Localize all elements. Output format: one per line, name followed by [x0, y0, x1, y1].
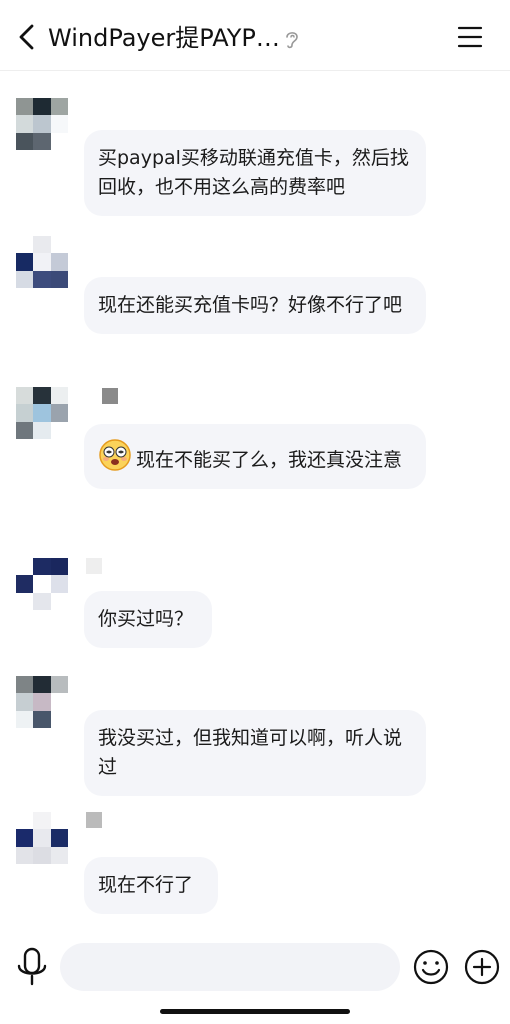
chat-header: WindPayer提PAYP… [0, 0, 510, 71]
avatar-pixel [16, 812, 34, 830]
avatar[interactable] [16, 676, 68, 728]
avatar-pixel [33, 98, 51, 116]
message-bubble[interactable]: 现在还能买充值卡吗？好像不行了吧 [84, 277, 426, 334]
avatar-pixel [50, 270, 68, 288]
avatar-pixel [50, 812, 68, 830]
avatar-pixel [50, 693, 68, 711]
avatar-pixel [33, 387, 51, 405]
avatar-pixel [16, 387, 34, 405]
message-input[interactable] [60, 943, 400, 991]
avatar-pixel [33, 693, 51, 711]
astonished-emoji-icon [99, 439, 131, 471]
avatar-pixel [33, 710, 51, 728]
avatar-pixel [50, 710, 68, 728]
avatar-pixel [50, 387, 68, 405]
message-bubble[interactable]: 我没买过，但我知道可以啊，听人说过 [84, 710, 426, 796]
avatar-pixel [33, 846, 51, 864]
avatar-pixel [50, 676, 68, 694]
message-text: 现在不能买了么，我还真没注意 [136, 449, 403, 471]
avatar-pixel [50, 846, 68, 864]
message-text: 买paypal买移动联通充值卡，然后找回收，也不用这么高的费率吧 [98, 147, 409, 198]
avatar-pixel [16, 421, 34, 439]
avatar-pixel [50, 592, 68, 610]
avatar-pixel [50, 558, 68, 576]
avatar-pixel [16, 829, 34, 847]
avatar-pixel [50, 404, 68, 422]
avatar[interactable] [16, 387, 68, 439]
avatar-pixel [33, 404, 51, 422]
message-list[interactable]: 买paypal买移动联通充值卡，然后找回收，也不用这么高的费率吧 现在还能买充值… [0, 70, 510, 935]
avatar-pixel [33, 132, 51, 150]
avatar-pixel [33, 592, 51, 610]
avatar-pixel [16, 253, 34, 271]
avatar[interactable] [16, 558, 68, 610]
avatar-pixel [33, 558, 51, 576]
avatar-pixel [16, 115, 34, 133]
avatar-pixel [16, 676, 34, 694]
message-bubble[interactable]: 现在不行了 [84, 857, 218, 914]
ear-icon [286, 32, 298, 49]
avatar-pixel [33, 236, 51, 254]
avatar[interactable] [16, 98, 68, 150]
message-bubble[interactable]: 买paypal买移动联通充值卡，然后找回收，也不用这么高的费率吧 [84, 130, 426, 216]
avatar-pixel [50, 575, 68, 593]
hamburger-menu-icon[interactable] [456, 24, 484, 50]
chevron-left-icon[interactable] [14, 22, 42, 52]
avatar-pixel [33, 575, 51, 593]
avatar-pixel [33, 829, 51, 847]
avatar-pixel [16, 270, 34, 288]
avatar-pixel [16, 846, 34, 864]
chat-title[interactable]: WindPayer提PAYP… [48, 22, 280, 54]
home-indicator [160, 1009, 350, 1014]
avatar-pixel [50, 236, 68, 254]
avatar-pixel [16, 693, 34, 711]
avatar-pixel [16, 98, 34, 116]
avatar-pixel [16, 592, 34, 610]
avatar-pixel [16, 404, 34, 422]
message-bubble[interactable]: 你买过吗？ [84, 591, 212, 648]
message-text: 现在还能买充值卡吗？好像不行了吧 [98, 294, 403, 316]
avatar-pixel [50, 132, 68, 150]
avatar[interactable] [16, 812, 68, 864]
avatar-pixel [50, 98, 68, 116]
avatar-pixel [33, 676, 51, 694]
plus-circle-icon[interactable] [463, 948, 501, 986]
nickname-placeholder [102, 388, 118, 404]
message-text: 你买过吗？ [98, 608, 194, 630]
avatar-pixel [16, 575, 34, 593]
avatar-pixel [16, 236, 34, 254]
message-bubble[interactable]: 现在不能买了么，我还真没注意 [84, 424, 426, 489]
avatar-pixel [33, 421, 51, 439]
avatar-pixel [50, 253, 68, 271]
avatar-pixel [16, 710, 34, 728]
avatar-pixel [16, 558, 34, 576]
avatar-pixel [16, 132, 34, 150]
avatar-pixel [33, 812, 51, 830]
avatar-pixel [33, 115, 51, 133]
nickname-placeholder [86, 558, 102, 574]
avatar-pixel [33, 253, 51, 271]
avatar[interactable] [16, 236, 68, 288]
microphone-icon[interactable] [14, 946, 50, 988]
avatar-pixel [50, 829, 68, 847]
avatar-pixel [50, 421, 68, 439]
nickname-placeholder [86, 812, 102, 828]
message-text: 现在不行了 [98, 874, 194, 896]
avatar-pixel [33, 270, 51, 288]
input-bar [0, 940, 510, 1000]
message-text: 我没买过，但我知道可以啊，听人说过 [98, 727, 403, 778]
avatar-pixel [50, 115, 68, 133]
smiley-icon[interactable] [412, 948, 450, 986]
